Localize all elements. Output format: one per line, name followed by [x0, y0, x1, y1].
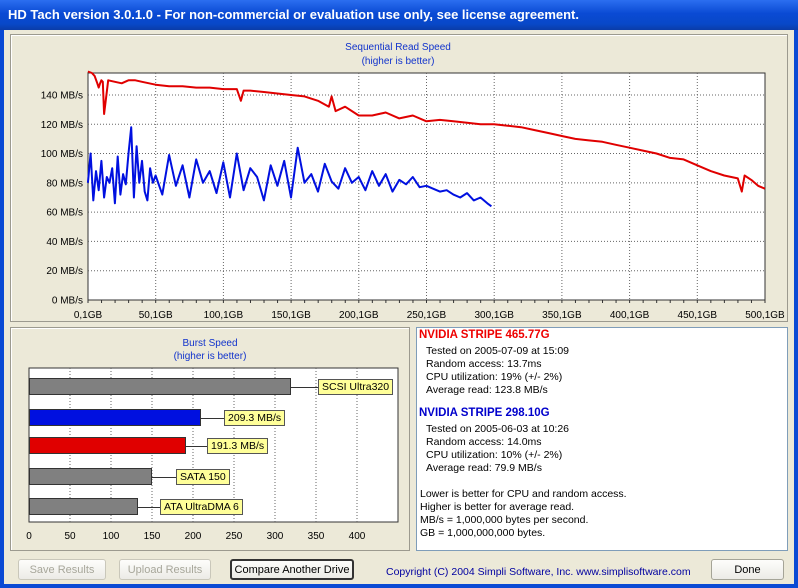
burst-x-tick-label: 50	[64, 531, 76, 542]
results-panel: NVIDIA STRIPE 465.77G Tested on 2005-07-…	[416, 327, 788, 551]
drive1-name: NVIDIA STRIPE 465.77G	[419, 329, 550, 341]
burst-x-tick-label: 250	[226, 531, 243, 542]
burst-label-leader	[200, 418, 224, 419]
burst-bar-label: SCSI Ultra320	[318, 379, 394, 395]
seq-x-tick-label: 450,1GB	[678, 310, 718, 321]
burst-bar-label: 209.3 MB/s	[224, 410, 286, 426]
burst-label-leader	[152, 477, 176, 478]
burst-bar	[29, 409, 201, 426]
burst-bar-label: SATA 150	[176, 469, 230, 485]
drive2-cpu: CPU utilization: 10% (+/- 2%)	[426, 449, 563, 461]
burst-x-tick-label: 350	[308, 531, 325, 542]
burst-bar-label: ATA UltraDMA 6	[160, 499, 243, 515]
burst-x-tick-label: 100	[103, 531, 120, 542]
app-window: HD Tach version 3.0.1.0 - For non-commer…	[0, 0, 798, 588]
window-frame-bottom	[0, 584, 798, 588]
done-button[interactable]: Done	[711, 559, 784, 580]
burst-x-tick-label: 300	[267, 531, 284, 542]
burst-label-leader	[291, 387, 318, 388]
burst-x-tick-label: 400	[349, 531, 366, 542]
note-cpu: Lower is better for CPU and random acces…	[420, 488, 627, 500]
burst-bar	[29, 498, 139, 515]
burst-x-tick-label: 0	[26, 531, 32, 542]
note-read: Higher is better for average read.	[420, 501, 575, 513]
upload-results-button[interactable]: Upload Results	[119, 559, 211, 580]
drive1-tested: Tested on 2005-07-09 at 15:09	[426, 345, 570, 357]
drive2-avg-read: Average read: 79.9 MB/s	[426, 462, 542, 474]
burst-bar	[29, 437, 186, 454]
burst-bar	[29, 378, 292, 395]
seq-x-tick-label: 350,1GB	[542, 310, 582, 321]
seq-x-tick-label: 400,1GB	[610, 310, 650, 321]
burst-x-tick-label: 200	[185, 531, 202, 542]
drive1-cpu: CPU utilization: 19% (+/- 2%)	[426, 371, 563, 383]
burst-label-leader	[138, 507, 160, 508]
save-results-button[interactable]: Save Results	[18, 559, 106, 580]
drive1-avg-read: Average read: 123.8 MB/s	[426, 384, 548, 396]
note-mbs: MB/s = 1,000,000 bytes per second.	[420, 514, 589, 526]
burst-label-leader	[185, 446, 207, 447]
drive2-name: NVIDIA STRIPE 298.10G	[419, 407, 550, 419]
drive1-random-access: Random access: 13.7ms	[426, 358, 542, 370]
burst-x-tick-label: 150	[144, 531, 161, 542]
seq-x-tick-label: 500,1GB	[745, 310, 785, 321]
burst-bar	[29, 468, 152, 485]
drive2-tested: Tested on 2005-06-03 at 10:26	[426, 423, 570, 435]
seq-x-tick-label: 300,1GB	[474, 310, 514, 321]
note-gb: GB = 1,000,000,000 bytes.	[420, 527, 546, 539]
compare-another-drive-button[interactable]: Compare Another Drive	[230, 559, 354, 580]
burst-bar-label: 191.3 MB/s	[207, 438, 269, 454]
drive2-random-access: Random access: 14.0ms	[426, 436, 542, 448]
copyright-link[interactable]: Copyright (C) 2004 Simpli Software, Inc.…	[386, 566, 691, 578]
